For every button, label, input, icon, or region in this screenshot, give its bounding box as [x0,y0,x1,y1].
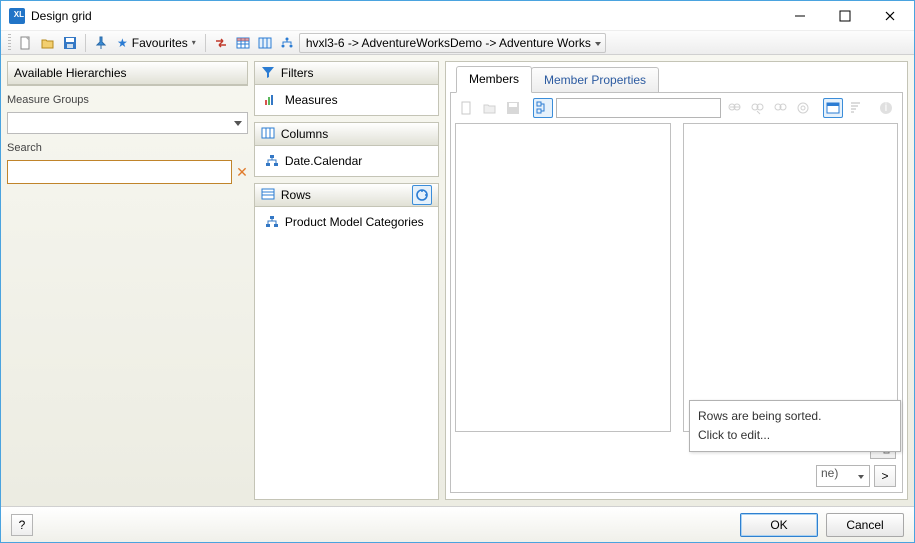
favourites-dropdown[interactable]: ★ Favourites ▾ [113,33,200,53]
rows-sort-indicator-button[interactable] [412,185,432,205]
rows-sort-tooltip: Rows are being sorted. Click to edit... [689,400,901,452]
list-item[interactable]: Product Model Categories [265,215,428,229]
hierarchy-icon [265,155,279,167]
find-icon[interactable] [724,98,744,118]
open-icon[interactable] [480,98,500,118]
measures-icon [265,95,279,105]
hierarchies-panel: Available Hierarchies Measures+Account+C… [7,61,248,86]
list-item[interactable]: Measures [265,93,428,107]
separator [205,34,206,52]
go-button[interactable]: > [874,465,896,487]
tooltip-line2: Click to edit... [698,426,892,445]
list-item[interactable]: Date.Calendar [265,154,428,168]
columns-view-icon[interactable] [255,33,275,53]
target-icon[interactable] [793,98,813,118]
save-icon[interactable] [503,98,523,118]
selection-value: ne) [821,466,838,480]
dialog-footer: ? OK Cancel [1,506,914,542]
list-item-label: Date.Calendar [285,154,362,168]
rows-panel-body[interactable]: Product Model Categories [254,207,439,500]
separator [85,34,86,52]
members-toolbar: i [455,97,898,119]
rows-panel: Rows Product Model Categories [254,183,439,500]
members-bottom-row: Rows are being sorted. Click to edit... [455,436,898,460]
members-tab-body: i Rows are being sorted. Click to edit..… [450,92,903,493]
swap-axes-icon[interactable] [211,33,231,53]
rows-panel-header: Rows [254,183,439,207]
tab-members[interactable]: Members [456,66,532,93]
svg-text:i: i [885,101,888,114]
left-column: Available Hierarchies Measures+Account+C… [7,61,248,500]
app-icon [9,8,25,24]
main-toolbar: ★ Favourites ▾ hvxl3-6 -> AdventureWorks… [1,31,914,55]
selection-dropdown[interactable]: ne) [816,465,870,487]
breadcrumb-area: hvxl3-6 -> AdventureWorksDemo -> Adventu… [299,33,606,53]
connection-breadcrumb-dropdown[interactable]: hvxl3-6 -> AdventureWorksDemo -> Adventu… [299,33,606,53]
toolbar-grip [8,34,11,52]
filters-panel: Filters Measures [254,61,439,116]
panel-title: Columns [281,127,328,141]
measure-groups-dropdown[interactable] [7,112,248,134]
members-tree-pane[interactable] [455,123,671,432]
open-icon[interactable] [38,33,58,53]
list-item-label: Measures [285,93,338,107]
vertical-splitter[interactable] [675,123,679,432]
filter-icon [261,65,275,82]
members-selection-row: ne) > [455,464,898,488]
levels-icon[interactable] [846,98,866,118]
search-label: Search [7,142,248,154]
grid-view-icon[interactable] [233,33,253,53]
window-maximize-button[interactable] [822,1,867,31]
tree-mode-icon[interactable] [533,98,553,118]
hierarchy-view-icon[interactable] [277,33,297,53]
measure-groups-label: Measure Groups [7,94,248,106]
panel-title: Available Hierarchies [14,66,127,80]
window-title: Design grid [31,9,777,23]
hierarchies-tree-container: Measures+Account+Customer+Date+Delivery … [7,85,248,86]
window-close-button[interactable] [867,1,912,31]
breadcrumb-text: hvxl3-6 -> AdventureWorksDemo -> Adventu… [306,36,591,50]
new-icon[interactable] [16,33,36,53]
star-icon: ★ [117,36,128,50]
columns-panel-header: Columns [254,122,439,146]
members-split-container [455,123,898,432]
list-item-label: Product Model Categories [285,215,424,229]
new-icon[interactable] [457,98,477,118]
columns-icon [261,126,275,143]
search-input[interactable] [7,160,232,184]
find-next-icon[interactable] [747,98,767,118]
members-panel: Members Member Properties [445,61,908,500]
clear-search-icon[interactable]: ✕ [236,164,248,181]
save-icon[interactable] [60,33,80,53]
members-tabs: Members Member Properties [450,66,903,93]
favourites-label: Favourites [132,36,188,50]
info-icon[interactable]: i [876,98,896,118]
columns-panel: Columns Date.Calendar [254,122,439,177]
find-all-icon[interactable] [770,98,790,118]
cancel-button[interactable]: Cancel [826,513,904,537]
body-area: Available Hierarchies Measures+Account+C… [1,55,914,506]
calendar-icon[interactable] [823,98,843,118]
columns-panel-body[interactable]: Date.Calendar [254,146,439,177]
tooltip-line1: Rows are being sorted. [698,407,892,426]
window-minimize-button[interactable] [777,1,822,31]
middle-column: Filters Measures Columns Date.Calendar R… [254,61,439,500]
help-button[interactable]: ? [11,514,33,536]
filters-panel-body[interactable]: Measures [254,85,439,116]
title-bar: Design grid [1,1,914,31]
panel-title: Filters [281,66,314,80]
members-detail-pane[interactable] [683,123,899,432]
right-column: Members Member Properties [445,61,908,500]
ok-button[interactable]: OK [740,513,818,537]
tab-member-properties[interactable]: Member Properties [531,67,659,93]
members-dropdown-input[interactable] [556,98,721,118]
filters-panel-header: Filters [254,61,439,85]
hierarchies-panel-header: Available Hierarchies [7,61,248,85]
hierarchy-icon [265,216,279,228]
pin-icon[interactable] [91,33,111,53]
panel-title: Rows [281,188,311,202]
rows-icon [261,187,275,204]
